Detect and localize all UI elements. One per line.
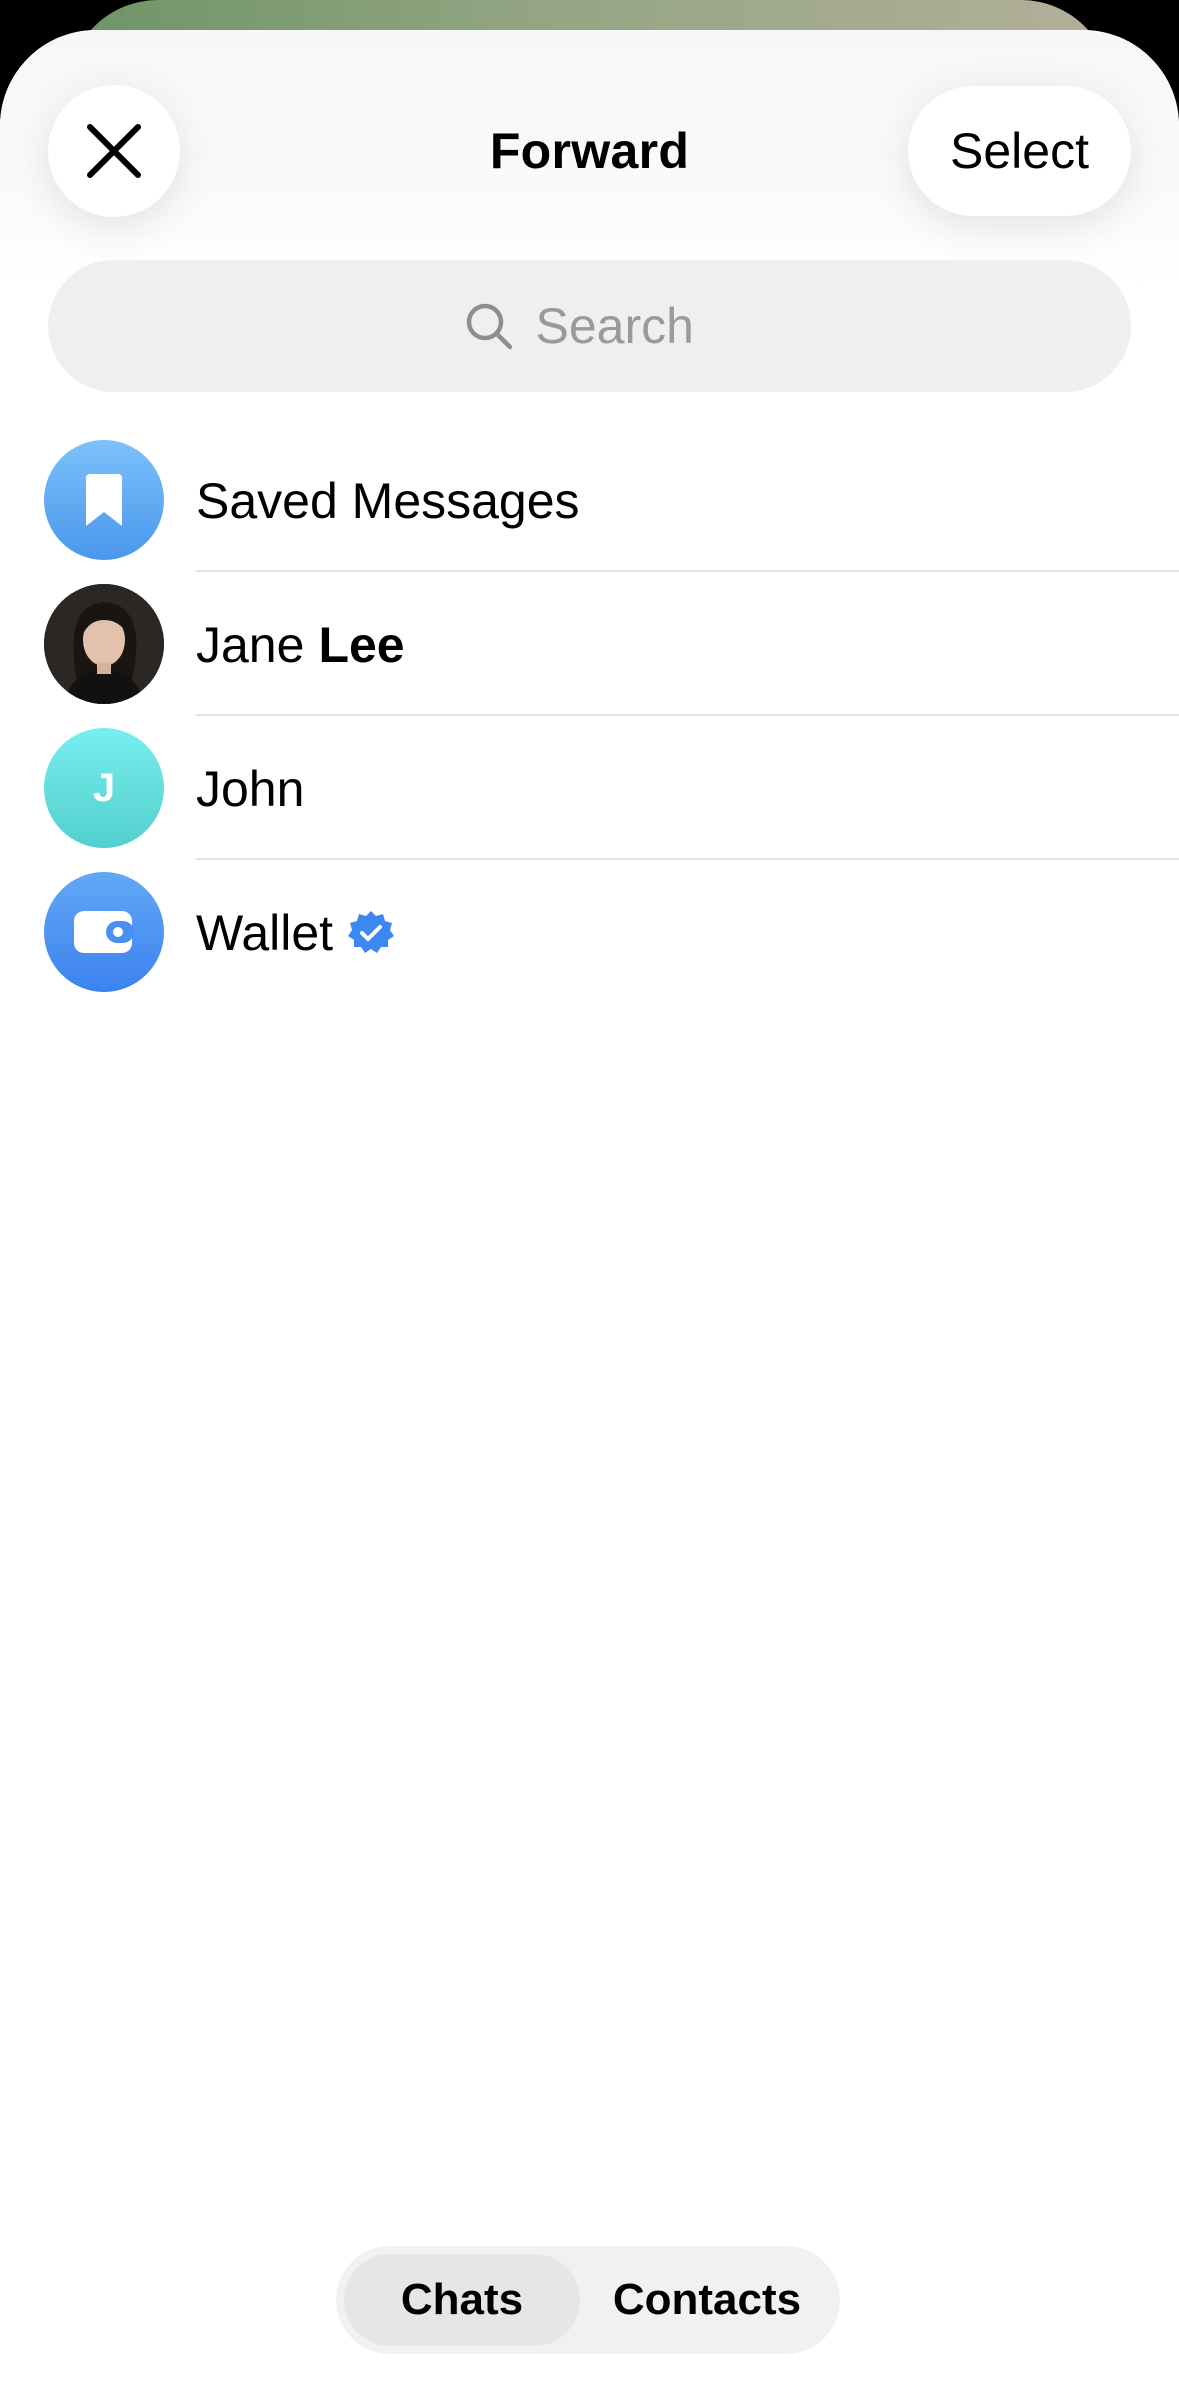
chat-row-john[interactable]: J John	[0, 716, 1179, 860]
chat-list: Saved Messages Jane Lee J John Wallet	[0, 428, 1179, 1004]
avatar	[44, 440, 164, 560]
search-input[interactable]	[535, 297, 716, 355]
chat-name: Jane Lee	[196, 617, 405, 673]
tab-chats[interactable]: Chats	[344, 2254, 580, 2346]
avatar: J	[44, 728, 164, 848]
search-icon	[464, 301, 514, 351]
verified-badge-icon	[347, 909, 395, 957]
tab-contacts[interactable]: Contacts	[582, 2254, 832, 2346]
chat-name: Saved Messages	[196, 473, 580, 529]
avatar	[44, 584, 164, 704]
select-button[interactable]: Select	[908, 86, 1131, 216]
chat-name: John	[196, 761, 305, 817]
chat-row-saved-messages[interactable]: Saved Messages	[0, 428, 1179, 572]
chat-row-wallet[interactable]: Wallet	[0, 860, 1179, 1004]
chats-contacts-segmented-control: Chats Contacts	[336, 2246, 840, 2354]
avatar-initial: J	[92, 765, 116, 810]
forward-sheet: Forward Select Saved Messages	[0, 30, 1179, 2396]
chat-name: Wallet	[196, 904, 395, 962]
wallet-icon	[74, 911, 134, 953]
bookmark-icon	[86, 474, 122, 526]
profile-photo	[44, 584, 164, 704]
avatar	[44, 872, 164, 992]
search-bar[interactable]	[48, 260, 1131, 392]
chat-row-jane-lee[interactable]: Jane Lee	[0, 572, 1179, 716]
